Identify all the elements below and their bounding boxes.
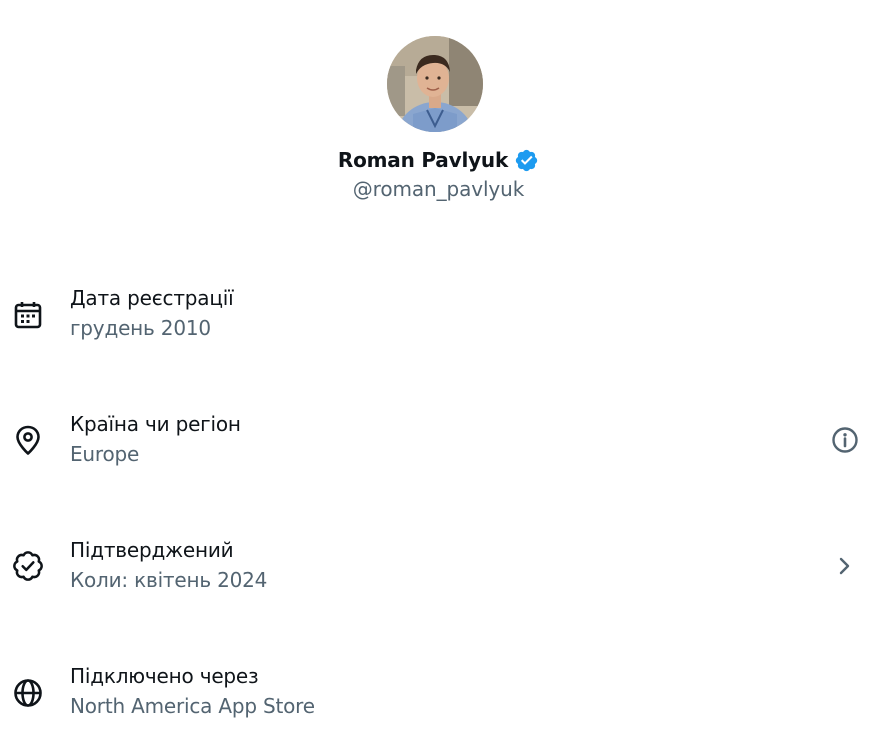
join-date-label: Дата реєстрації bbox=[70, 286, 234, 310]
verified-badge-icon bbox=[514, 148, 539, 173]
connected-via-label: Підключено через bbox=[70, 664, 259, 688]
profile-header: Roman Pavlyuk @roman_pavlyuk bbox=[0, 0, 877, 230]
info-row-connected-via: Підключено через North America App Store bbox=[0, 664, 877, 744]
verified-label: Підтверджений bbox=[70, 538, 234, 562]
connected-via-value: North America App Store bbox=[70, 694, 315, 718]
country-value: Europe bbox=[70, 442, 140, 466]
chevron-right-icon[interactable] bbox=[830, 551, 860, 581]
info-row-verified[interactable]: Підтверджений Коли: квітень 2024 bbox=[0, 538, 877, 618]
handle: @roman_pavlyuk bbox=[352, 177, 525, 201]
info-icon[interactable] bbox=[830, 425, 860, 455]
avatar-photo bbox=[387, 36, 483, 132]
globe-icon bbox=[12, 677, 44, 709]
info-row-country: Країна чи регіон Europe bbox=[0, 412, 877, 492]
name-row: Roman Pavlyuk bbox=[0, 146, 877, 174]
display-name: Roman Pavlyuk bbox=[337, 148, 509, 172]
country-label: Країна чи регіон bbox=[70, 412, 241, 436]
verified-check-icon bbox=[12, 550, 44, 582]
avatar[interactable] bbox=[387, 36, 483, 132]
calendar-icon bbox=[12, 299, 44, 331]
verified-value: Коли: квітень 2024 bbox=[70, 568, 268, 592]
join-date-value: грудень 2010 bbox=[70, 316, 211, 340]
location-pin-icon bbox=[12, 424, 44, 456]
info-row-join-date: Дата реєстрації грудень 2010 bbox=[0, 286, 877, 366]
